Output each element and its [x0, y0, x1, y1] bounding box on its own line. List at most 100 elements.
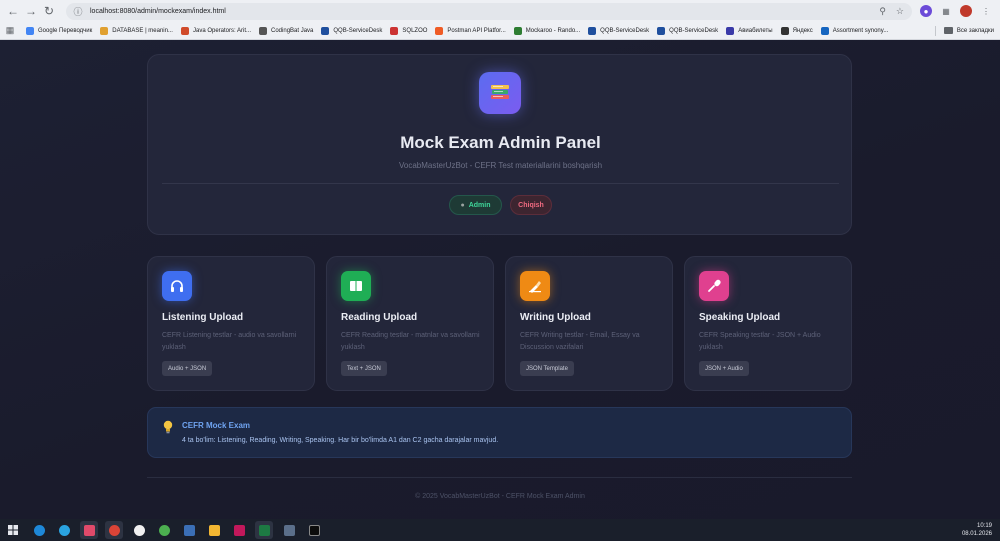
bookmark-item[interactable]: Assortment synony... — [820, 26, 888, 35]
app-icon[interactable] — [230, 521, 248, 539]
card-description: CEFR Speaking testlar - JSON + Audio yuk… — [699, 332, 821, 351]
start-button[interactable] — [0, 519, 26, 541]
bookmarks-bar: ▦ Google Переводчик DATABASE | meanin... J… — [0, 22, 1000, 39]
microphone-icon — [699, 271, 729, 301]
page-subtitle: VocabMasterUzBot - CEFR Test materiallar… — [398, 161, 603, 170]
terminal-icon[interactable] — [305, 521, 323, 539]
bookmark-item[interactable]: SQLZOO — [390, 26, 428, 35]
database-icon[interactable] — [180, 521, 198, 539]
card-title: Writing Upload — [520, 312, 591, 323]
url-text[interactable]: localhost:8080/admin/mockexam/index.html — [90, 8, 226, 15]
favicon-icon — [513, 26, 522, 35]
bookmark-label: Авиабилеты — [738, 27, 773, 34]
hero-card: Mock Exam Admin Panel VocabMasterUzBot -… — [147, 54, 852, 235]
address-row: ← → ↻ ⓘ localhost:8080/admin/mockexam/in… — [0, 0, 1000, 22]
bookmark-item[interactable]: Java Operators: Arit... — [180, 26, 252, 35]
edge-icon[interactable] — [30, 521, 48, 539]
all-bookmarks[interactable]: Все закладки — [934, 25, 1000, 36]
favicon-icon — [321, 26, 330, 35]
favicon-icon — [780, 26, 789, 35]
bookmark-label: SQLZOO — [402, 27, 428, 34]
bookmark-item[interactable]: CodingBat Java — [259, 26, 313, 35]
bookmark-item[interactable]: Postman API Platfor... — [435, 26, 506, 35]
favicon-icon — [435, 26, 444, 35]
github-icon[interactable] — [130, 521, 148, 539]
headphones-icon — [162, 271, 192, 301]
bookmark-item[interactable]: QQB-ServiceDesk — [657, 26, 718, 35]
windows-logo-icon — [8, 525, 18, 535]
chrome-icon[interactable] — [105, 521, 123, 539]
bookmark-label: Java Operators: Arit... — [192, 27, 252, 34]
bookmark-item[interactable]: Авиабилеты — [726, 26, 773, 35]
bookmark-label: QQB-ServiceDesk — [333, 27, 383, 34]
bookmark-label: Mockaroo - Rando... — [525, 27, 581, 34]
bookmark-star-icon[interactable]: ☆ — [896, 6, 904, 17]
card-tag: Audio + JSON — [162, 361, 213, 376]
calculator-icon[interactable] — [280, 521, 298, 539]
bookmark-item[interactable]: Google Переводчик — [26, 26, 93, 35]
favicon-icon — [390, 26, 399, 35]
reload-icon[interactable]: ↻ — [40, 2, 58, 20]
bookmark-item[interactable]: QQB-ServiceDesk — [321, 26, 383, 35]
file-explorer-icon[interactable] — [205, 521, 223, 539]
bookmark-item[interactable]: DATABASE | meanin... — [100, 26, 173, 35]
writing-upload-card[interactable]: Writing Upload CEFR Writing testlar - Em… — [505, 256, 673, 391]
favicon-icon — [588, 26, 597, 35]
admin-badge[interactable]: ● Admin — [449, 195, 502, 215]
windows-taskbar: 10:19 08.01.2026 — [0, 519, 1000, 541]
card-title: Listening Upload — [162, 312, 244, 323]
favicon-icon — [259, 26, 268, 35]
key-icon[interactable]: ⚲ — [879, 6, 886, 17]
card-title: Reading Upload — [341, 312, 418, 323]
bookmark-item[interactable]: Яндекс — [780, 26, 813, 35]
menu-dots-icon[interactable]: ⋮ — [980, 5, 992, 17]
info-body: 4 ta bo'lim: Listening, Reading, Writing… — [182, 437, 499, 444]
address-bar[interactable]: ⓘ localhost:8080/admin/mockexam/index.ht… — [66, 2, 912, 20]
favicon-icon — [180, 26, 189, 35]
page-title: Mock Exam Admin Panel — [400, 133, 601, 152]
divider — [934, 25, 936, 36]
info-banner: CEFR Mock Exam 4 ta bo'lim: Listening, R… — [147, 407, 852, 458]
favicon-icon — [100, 26, 109, 35]
writing-hand-icon — [520, 271, 550, 301]
apps-grid-icon[interactable]: ▦ — [4, 25, 16, 37]
speaking-upload-card[interactable]: Speaking Upload CEFR Speaking testlar - … — [684, 256, 852, 391]
intellij-icon[interactable] — [80, 521, 98, 539]
browser-chrome: ← → ↻ ⓘ localhost:8080/admin/mockexam/in… — [0, 0, 1000, 40]
all-bookmarks-label[interactable]: Все закладки — [957, 28, 994, 34]
site-info-icon[interactable]: ⓘ — [72, 5, 84, 17]
lightbulb-icon — [163, 420, 173, 434]
telegram-icon[interactable] — [55, 521, 73, 539]
profile-avatar-icon[interactable] — [960, 5, 972, 17]
bookmark-item[interactable]: QQB-ServiceDesk — [588, 26, 650, 35]
logout-button[interactable]: Chiqish — [510, 195, 552, 215]
favicon-icon — [657, 26, 666, 35]
extension-icon[interactable]: ● — [920, 5, 932, 17]
favicon-icon — [726, 26, 735, 35]
bookmark-item[interactable]: Mockaroo - Rando... — [513, 26, 581, 35]
excel-icon[interactable] — [255, 521, 273, 539]
clock-time: 10:19 — [976, 523, 992, 529]
listening-upload-card[interactable]: Listening Upload CEFR Listening testlar … — [147, 256, 315, 391]
bookmark-label: Postman API Platfor... — [447, 27, 506, 34]
forward-icon[interactable]: → — [22, 2, 40, 20]
book-icon — [341, 271, 371, 301]
puzzle-icon[interactable]: ▦ — [940, 5, 952, 17]
clock-date: 08.01.2026 — [961, 531, 992, 537]
card-description: CEFR Listening testlar - audio va savoll… — [162, 332, 297, 351]
footer-copyright: © 2025 VocabMasterUzBot - CEFR Mock Exam… — [415, 493, 585, 500]
back-icon[interactable]: ← — [4, 2, 22, 20]
reading-upload-card[interactable]: Reading Upload CEFR Reading testlar - ma… — [326, 256, 494, 391]
favicon-icon — [26, 26, 34, 35]
chrome-profile-icon[interactable] — [155, 521, 173, 539]
favicon-icon — [820, 26, 829, 35]
folder-icon — [943, 27, 953, 34]
page: Mock Exam Admin Panel VocabMasterUzBot -… — [0, 40, 1000, 519]
bookmark-label: QQB-ServiceDesk — [600, 27, 650, 34]
logout-label: Chiqish — [518, 201, 544, 209]
books-icon — [479, 72, 521, 114]
system-clock[interactable]: 10:19 08.01.2026 — [962, 522, 992, 538]
card-tag: JSON Template — [520, 361, 574, 376]
bookmark-label: Google Переводчик — [38, 27, 93, 34]
upload-cards: Listening Upload CEFR Listening testlar … — [147, 256, 852, 391]
